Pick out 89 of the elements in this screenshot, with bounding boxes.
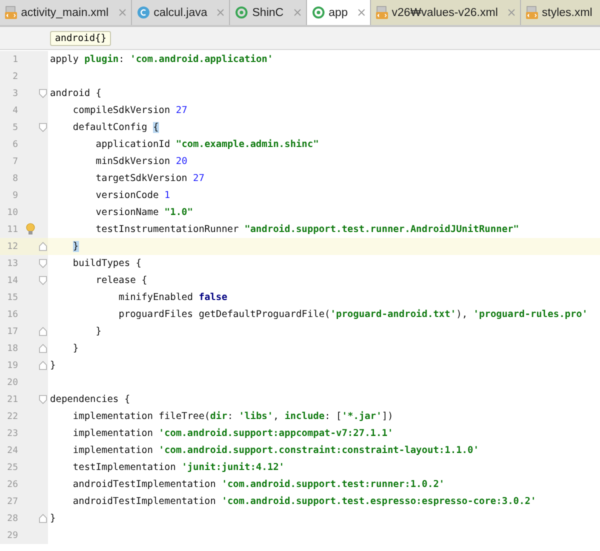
line-number: 18 <box>6 344 18 354</box>
editor-tab[interactable]: calcul.java <box>132 0 230 25</box>
line-number: 2 <box>12 72 18 82</box>
tab-label: styles.xml <box>542 6 592 18</box>
code-line: } <box>49 513 56 524</box>
line-number: 28 <box>6 514 18 524</box>
xml-file-icon <box>376 6 388 19</box>
code-line: apply plugin: 'com.android.application' <box>49 54 274 65</box>
line-number: 8 <box>12 174 18 184</box>
tab-label: calcul.java <box>154 6 208 18</box>
line-number: 12 <box>6 242 18 252</box>
line-number: 14 <box>6 276 18 286</box>
fold-icon[interactable] <box>39 395 47 404</box>
module-icon <box>235 6 248 19</box>
line-number: 9 <box>12 190 18 200</box>
editor-tab[interactable]: styles.xml <box>520 0 600 25</box>
code-line: androidTestImplementation 'com.android.support.test:runner:1.0.2' <box>72 479 445 490</box>
fold-icon[interactable] <box>39 514 47 523</box>
code-line: android { <box>49 88 102 99</box>
code-line: versionCode 1 <box>94 190 170 201</box>
code-line: implementation 'com.android.support.constraint:constraint-layout:1.1.0' <box>72 445 479 456</box>
line-number: 29 <box>6 530 18 540</box>
fold-icon[interactable] <box>39 344 47 353</box>
line-number: 17 <box>6 326 18 336</box>
fold-icon[interactable] <box>39 123 47 132</box>
tab-label: app <box>328 6 348 18</box>
xml-file-icon <box>526 6 538 19</box>
fold-icon[interactable] <box>39 361 47 370</box>
code-line: testImplementation 'junit:junit:4.12' <box>72 462 285 473</box>
close-icon[interactable] <box>508 9 515 16</box>
line-number: 22 <box>6 412 18 422</box>
line-number: 5 <box>12 122 18 132</box>
close-icon[interactable] <box>217 9 224 16</box>
code-line: } <box>49 360 56 371</box>
fold-icon[interactable] <box>39 242 47 251</box>
editor-tab[interactable]: app <box>306 0 371 25</box>
fold-icon[interactable] <box>39 259 47 268</box>
line-number: 4 <box>12 106 18 116</box>
class-icon <box>136 6 150 19</box>
line-number: 6 <box>12 140 18 150</box>
line-number: 25 <box>6 462 18 472</box>
code-line: minifyEnabled false <box>118 292 228 303</box>
lightbulb-icon[interactable] <box>26 223 35 235</box>
line-number: 1 <box>12 54 18 64</box>
editor-tab[interactable]: activity_main.xml <box>0 0 132 25</box>
code-line: buildTypes { <box>72 258 142 269</box>
module-icon <box>312 6 325 19</box>
code-line: dependencies { <box>49 394 130 405</box>
line-number: 19 <box>6 360 18 370</box>
code-line: targetSdkVersion 27 <box>94 173 204 184</box>
fold-icon[interactable] <box>39 276 47 285</box>
code-line: testInstrumentationRunner "android.support.test.runner.AndroidJUnitRunner" <box>94 224 520 235</box>
line-number: 23 <box>6 428 18 438</box>
close-icon[interactable] <box>294 9 301 16</box>
line-number: 27 <box>6 496 18 506</box>
code-line: } <box>94 326 102 337</box>
code-line: proguardFiles getDefaultProguardFile('proguard-android.txt'), 'proguard-rules.pro' <box>118 309 588 320</box>
line-number: 20 <box>6 378 18 388</box>
line-number: 15 <box>6 292 18 302</box>
line-number: 24 <box>6 446 18 456</box>
code-line: versionName "1.0" <box>94 207 193 218</box>
editor-tab[interactable]: ShinC <box>230 0 307 25</box>
code-line: release { <box>94 275 148 286</box>
line-number: 7 <box>12 156 18 166</box>
code-line: } <box>72 343 79 354</box>
tab-label: activity_main.xml <box>21 6 109 18</box>
code-line: minSdkVersion 20 <box>94 156 188 167</box>
xml-file-icon <box>5 6 17 19</box>
close-icon[interactable] <box>358 9 365 16</box>
code-line: androidTestImplementation 'com.android.support.test.espresso:espresso-core:3.0.2' <box>72 496 536 507</box>
line-number: 21 <box>6 394 18 404</box>
close-icon[interactable] <box>118 9 126 16</box>
tab-label: ShinC <box>252 6 284 18</box>
code-line: applicationId "com.example.admin.shinc" <box>94 139 319 150</box>
code-line: defaultConfig { <box>72 122 159 133</box>
fold-icon[interactable] <box>39 89 47 98</box>
tab-label: v26₩values-v26.xml <box>392 6 498 18</box>
code-line: implementation fileTree(dir: 'libs', include: ['*.jar']) <box>72 411 394 422</box>
line-number: 26 <box>6 480 18 490</box>
line-number: 16 <box>6 310 18 320</box>
line-number: 13 <box>6 258 18 268</box>
editor-tab[interactable]: v26₩values-v26.xml <box>370 0 521 25</box>
code-line: implementation 'com.android.support:appcompat-v7:27.1.1' <box>72 428 394 439</box>
code-line: compileSdkVersion 27 <box>72 105 188 116</box>
line-number: 3 <box>12 88 18 98</box>
line-number: 11 <box>6 224 18 234</box>
line-number: 10 <box>6 208 18 218</box>
breadcrumb[interactable]: android{} <box>50 30 112 46</box>
fold-icon[interactable] <box>39 327 47 336</box>
